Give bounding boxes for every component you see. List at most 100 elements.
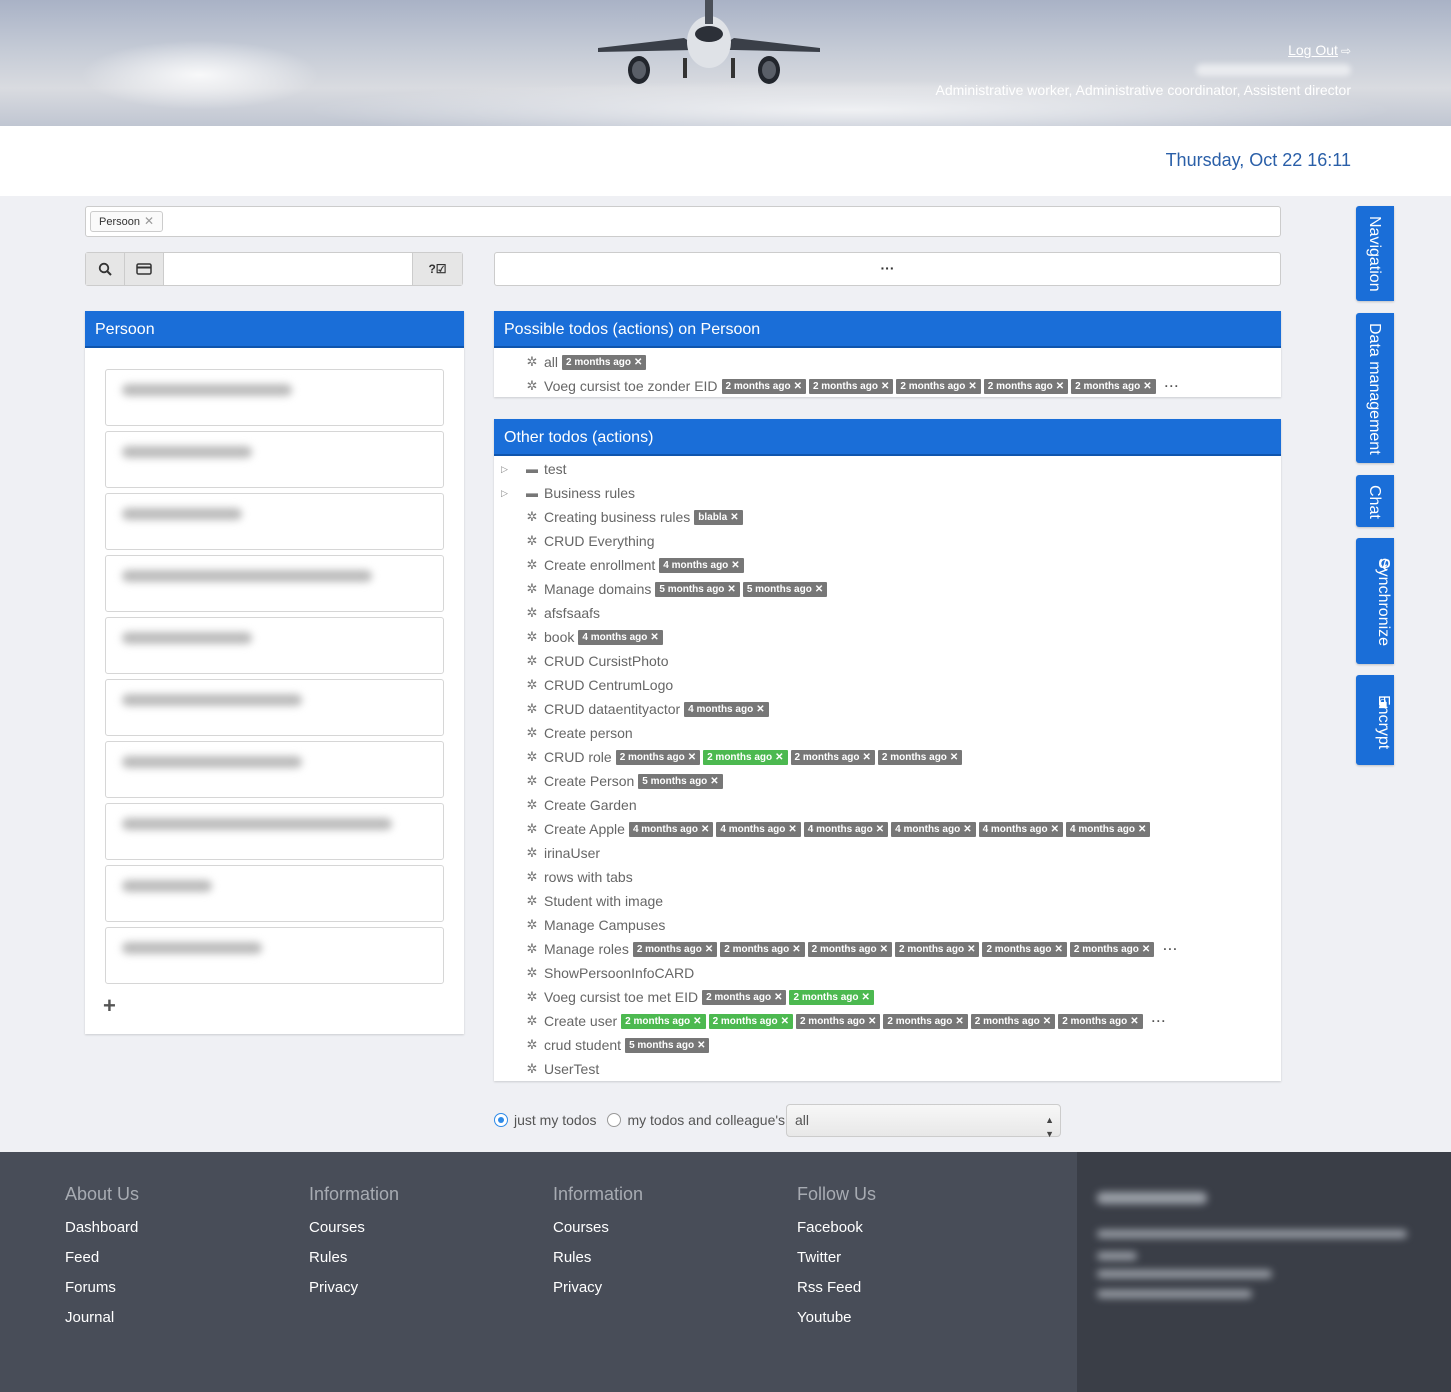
badge-remove-icon[interactable]: ✕ [1142, 944, 1150, 955]
todo-label[interactable]: CRUD CentrumLogo [544, 677, 673, 693]
todo-item[interactable]: ✲ CRUD CentrumLogo [524, 673, 677, 697]
badge-remove-icon[interactable]: ✕ [756, 704, 764, 715]
time-badge[interactable]: 2 months ago ✕ [807, 941, 893, 957]
badge-remove-icon[interactable]: ✕ [1130, 1016, 1138, 1027]
badge-remove-icon[interactable]: ✕ [880, 944, 888, 955]
todo-item[interactable]: ✲ UserTest [524, 1057, 603, 1081]
footer-link[interactable]: Privacy [553, 1273, 643, 1303]
tab-data-management[interactable]: Data management [1356, 313, 1394, 463]
footer-link[interactable]: Courses [553, 1213, 643, 1243]
tab-encrypt[interactable]: Encrypt 🔒︎ [1356, 675, 1394, 765]
badge-remove-icon[interactable]: ✕ [701, 824, 709, 835]
badge-remove-icon[interactable]: ✕ [781, 1016, 789, 1027]
persoon-card[interactable] [105, 555, 444, 612]
time-badge[interactable]: 4 months ago ✕ [628, 821, 714, 837]
todo-label[interactable]: irinaUser [544, 845, 600, 861]
time-badge[interactable]: 5 months ago ✕ [742, 581, 828, 597]
time-badge[interactable]: 2 months ago ✕ [708, 1013, 793, 1029]
todo-item[interactable]: ✲ Create user 2 months ago ✕ 2 months ago ✕ 2 … [524, 1009, 1167, 1033]
time-badge[interactable]: 2 months ago ✕ [982, 941, 1067, 957]
badge-remove-icon[interactable]: ✕ [815, 584, 823, 595]
search-input[interactable] [164, 253, 412, 285]
footer-link[interactable]: Youtube [797, 1303, 876, 1333]
todo-label[interactable]: Manage roles [544, 941, 629, 957]
todo-item[interactable]: ✲ Create person [524, 721, 637, 745]
todo-label[interactable]: rows with tabs [544, 869, 633, 885]
time-badge[interactable]: 4 months ago ✕ [891, 821, 976, 837]
todo-item[interactable]: ✲ irinaUser [524, 841, 604, 865]
time-badge[interactable]: 2 months ago ✕ [983, 378, 1069, 394]
time-badge[interactable]: 4 months ago ✕ [578, 629, 663, 645]
radio-my-and-colleagues[interactable] [607, 1113, 622, 1127]
badge-remove-icon[interactable]: ✕ [1138, 824, 1146, 835]
persoon-card[interactable] [105, 431, 444, 488]
todo-label[interactable]: test [544, 461, 567, 477]
badge-remove-icon[interactable]: ✕ [634, 357, 642, 368]
expand-caret-icon[interactable]: ▷ [501, 488, 508, 499]
time-badge[interactable]: 2 months ago ✕ [895, 941, 980, 957]
badge-remove-icon[interactable]: ✕ [1043, 1016, 1051, 1027]
tab-navigation[interactable]: Navigation [1356, 206, 1394, 301]
time-badge[interactable]: 4 months ago ✕ [716, 821, 801, 837]
todo-item[interactable]: ✲ all 2 months ago ✕ [524, 350, 649, 374]
footer-link[interactable]: Rules [553, 1243, 643, 1273]
todo-label[interactable]: Creating business rules [544, 509, 690, 525]
time-badge[interactable]: 2 months ago ✕ [703, 749, 788, 765]
todo-item[interactable]: ✲ Create Apple 4 months ago ✕ 4 months ago ✕ 4… [524, 817, 1153, 841]
time-badge[interactable]: 4 months ago ✕ [684, 701, 769, 717]
badge-remove-icon[interactable]: ✕ [963, 824, 971, 835]
todo-item[interactable]: ✲ CRUD CursistPhoto [524, 649, 672, 673]
footer-link[interactable]: Privacy [309, 1273, 399, 1303]
todo-item[interactable]: ✲ CRUD role 2 months ago ✕ 2 months ago ✕ 2 mo… [524, 745, 965, 769]
more-options-button[interactable]: ··· [494, 252, 1281, 286]
todo-label[interactable]: Business rules [544, 485, 635, 501]
todo-label[interactable]: Create person [544, 725, 633, 741]
folder-item[interactable]: ▷ ▬ test [501, 457, 571, 481]
todo-label[interactable]: Voeg cursist toe zonder EID [544, 378, 718, 394]
time-badge[interactable]: 4 months ago ✕ [803, 821, 889, 837]
footer-link[interactable]: Dashboard [65, 1213, 139, 1243]
badge-remove-icon[interactable]: ✕ [876, 824, 884, 835]
todo-item[interactable]: ✲ Manage Campuses [524, 913, 669, 937]
todo-label[interactable]: Create Apple [544, 821, 625, 837]
todo-item[interactable]: ✲ Creating business rules blabla ✕ [524, 505, 746, 529]
todo-label[interactable]: Create Garden [544, 797, 637, 813]
todo-label[interactable]: UserTest [544, 1061, 599, 1077]
badge-remove-icon[interactable]: ✕ [1051, 824, 1059, 835]
todo-label[interactable]: Manage Campuses [544, 917, 665, 933]
todo-label[interactable]: Create user [544, 1013, 617, 1029]
todo-label[interactable]: Create enrollment [544, 557, 655, 573]
badge-remove-icon[interactable]: ✕ [950, 752, 958, 763]
time-badge[interactable]: 2 months ago ✕ [970, 1013, 1056, 1029]
badge-remove-icon[interactable]: ✕ [774, 992, 782, 1003]
badge-remove-icon[interactable]: ✕ [1143, 381, 1151, 392]
persoon-card[interactable] [105, 369, 444, 426]
badge-remove-icon[interactable]: ✕ [788, 824, 796, 835]
badge-remove-icon[interactable]: ✕ [955, 1016, 963, 1027]
badge-remove-icon[interactable]: ✕ [868, 1016, 876, 1027]
time-badge[interactable]: 5 months ago ✕ [638, 773, 723, 789]
persoon-card[interactable] [105, 865, 444, 922]
badge-remove-icon[interactable]: ✕ [731, 560, 739, 571]
todo-item[interactable]: ✲ ShowPersoonInfoCARD [524, 961, 698, 985]
todo-label[interactable]: CRUD dataentityactor [544, 701, 680, 717]
todo-item[interactable]: ✲ afsfsaafs [524, 601, 604, 625]
folder-item[interactable]: ▷ ▬ Business rules [501, 481, 639, 505]
expand-caret-icon[interactable]: ▷ [501, 464, 508, 475]
time-badge[interactable]: 2 months ago ✕ [621, 1013, 706, 1029]
todo-item[interactable]: ✲ CRUD dataentityactor 4 months ago ✕ [524, 697, 772, 721]
persoon-card[interactable] [105, 617, 444, 674]
todo-label[interactable]: crud student [544, 1037, 621, 1053]
badge-remove-icon[interactable]: ✕ [862, 992, 870, 1003]
time-badge[interactable]: 5 months ago ✕ [625, 1037, 710, 1053]
search-button[interactable] [86, 253, 125, 285]
todo-item[interactable]: ✲ Create enrollment 4 months ago ✕ [524, 553, 747, 577]
todo-label[interactable]: CRUD Everything [544, 533, 654, 549]
badge-remove-icon[interactable]: ✕ [1056, 381, 1064, 392]
more-badges-button[interactable]: ··· [1165, 379, 1180, 393]
card-view-button[interactable] [125, 253, 164, 285]
footer-link[interactable]: Journal [65, 1303, 139, 1333]
badge-remove-icon[interactable]: ✕ [650, 632, 658, 643]
tag-filter-input[interactable]: Persoon ✕ [85, 206, 1281, 237]
badge-remove-icon[interactable]: ✕ [863, 752, 871, 763]
